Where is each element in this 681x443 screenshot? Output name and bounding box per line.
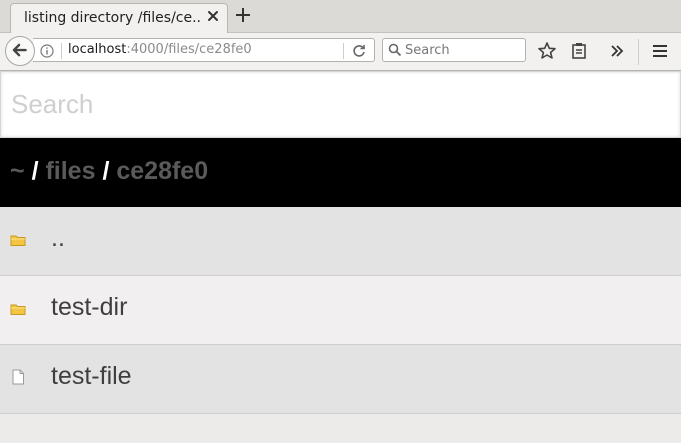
reload-icon[interactable]	[351, 43, 367, 59]
list-item-label: test-file	[51, 362, 132, 390]
list-item-label: test-dir	[51, 293, 128, 321]
url-bar[interactable]: localhost:4000/files/ce28fe0	[33, 38, 375, 62]
page-content: ~ / files / ce28fe0 .. test-dir test-f	[0, 71, 681, 443]
close-icon[interactable]	[206, 9, 220, 23]
breadcrumb-link-files[interactable]: files	[45, 157, 95, 185]
info-icon[interactable]	[40, 44, 54, 58]
tab-active[interactable]: listing directory /files/ce...	[10, 3, 228, 34]
menu-icon[interactable]	[650, 41, 670, 61]
folder-icon	[10, 304, 26, 315]
url-path: :4000/files/ce28fe0	[126, 42, 252, 57]
breadcrumb: ~ / files / ce28fe0	[0, 138, 681, 207]
plus-icon[interactable]	[233, 5, 253, 25]
chevron-double-right-icon[interactable]	[607, 41, 627, 61]
file-search-input[interactable]	[0, 71, 681, 138]
breadcrumb-link-current[interactable]: ce28fe0	[116, 157, 208, 185]
url-text[interactable]: localhost:4000/files/ce28fe0	[68, 42, 252, 57]
folder-icon	[10, 235, 26, 246]
file-list: .. test-dir test-file	[0, 207, 681, 414]
browser-search-field[interactable]	[382, 38, 526, 62]
file-icon	[12, 369, 24, 385]
url-divider	[61, 43, 62, 59]
breadcrumb-separator: /	[31, 157, 39, 185]
arrow-left-icon	[12, 43, 27, 57]
url-divider	[343, 43, 344, 59]
navigation-bar: localhost:4000/files/ce28fe0	[0, 33, 681, 71]
breadcrumb-home-link[interactable]: ~	[10, 157, 25, 185]
toolbar-divider	[638, 39, 639, 65]
browser-search-input[interactable]	[405, 41, 523, 59]
list-item-label: ..	[51, 224, 65, 252]
star-icon[interactable]	[537, 41, 557, 61]
breadcrumb-separator: /	[102, 157, 110, 185]
tab-strip: listing directory /files/ce...	[0, 0, 681, 34]
list-item-parent[interactable]: ..	[0, 207, 681, 276]
search-icon	[388, 43, 402, 57]
url-host: localhost	[68, 42, 127, 57]
list-item-folder[interactable]: test-dir	[0, 276, 681, 345]
list-item-file[interactable]: test-file	[0, 345, 681, 414]
tab-title: listing directory /files/ce...	[24, 10, 200, 26]
reading-list-icon[interactable]	[569, 41, 589, 61]
back-button[interactable]	[5, 36, 35, 66]
